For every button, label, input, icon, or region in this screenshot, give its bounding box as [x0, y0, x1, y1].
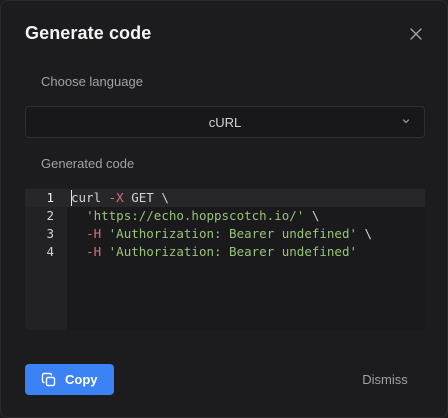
line-number: 2: [46, 208, 54, 223]
code-line: 3 -H 'Authorization: Bearer undefined' \: [25, 225, 425, 243]
code-line: 4 -H 'Authorization: Bearer undefined': [25, 243, 425, 261]
line-number: 1: [46, 190, 54, 205]
dismiss-button[interactable]: Dismiss: [347, 364, 423, 395]
language-select-value: cURL: [208, 114, 242, 130]
copy-icon: [41, 372, 57, 388]
code-text: 'https://echo.hoppscotch.io/' \: [86, 208, 320, 223]
code-text: -H 'Authorization: Bearer undefined' \: [86, 226, 373, 241]
code-editor[interactable]: 1 curl -X GET \ 2 'https://echo.hoppscot…: [25, 188, 425, 330]
text-cursor: [71, 190, 72, 206]
code-line: 1 curl -X GET \: [25, 189, 425, 207]
copy-button-label: Copy: [65, 372, 98, 387]
language-select[interactable]: cURL: [25, 106, 425, 138]
code-text: -H 'Authorization: Bearer undefined': [86, 244, 357, 259]
line-number: 4: [46, 244, 54, 259]
generate-code-dialog: Generate code Choose language cURL Gener…: [0, 0, 448, 418]
close-icon: [410, 28, 422, 40]
line-number: 3: [46, 226, 54, 241]
code-line: 2 'https://echo.hoppscotch.io/' \: [25, 207, 425, 225]
copy-button[interactable]: Copy: [25, 364, 114, 395]
chevron-down-icon: [402, 119, 410, 124]
close-button[interactable]: [405, 23, 427, 45]
dialog-title: Generate code: [25, 23, 152, 43]
generated-code-label: Generated code: [41, 156, 135, 171]
code-text: curl -X GET \: [71, 190, 169, 205]
choose-language-label: Choose language: [41, 74, 143, 89]
